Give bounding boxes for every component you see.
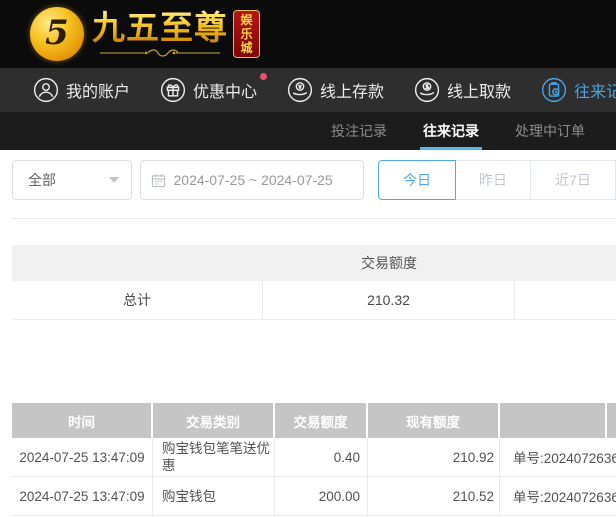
logo-symbol: 5 (45, 13, 69, 53)
cell-empty (607, 477, 616, 515)
badge-char: 乐 (240, 27, 253, 41)
summary-table: 交易额度 总计 210.32 (12, 245, 616, 320)
summary-header-amount: 交易额度 (361, 255, 417, 271)
table-row: 2024-07-25 13:47:09 购宝钱包 200.00 210.52 单… (12, 477, 616, 516)
user-icon (33, 77, 59, 103)
cell-amount: 200.00 (275, 477, 368, 515)
summary-header-empty (515, 245, 616, 281)
calendar-icon (151, 173, 165, 187)
tab-transaction-records[interactable]: 往来记录 (420, 112, 482, 150)
logo-block: 九五至尊 (92, 10, 228, 57)
main-nav: 我的账户 优惠中心 线上存款 线上取款 往来记 (0, 68, 616, 112)
cell-time: 2024-07-25 13:47:09 (12, 477, 153, 515)
cell-order-number: 单号:2024072636 (513, 451, 616, 466)
cell-type: 购宝钱包 (153, 477, 275, 515)
type-select[interactable]: 全部 (12, 160, 132, 200)
tab-processing-orders[interactable]: 处理中订单 (515, 112, 585, 150)
tab-betting-records[interactable]: 投注记录 (331, 112, 387, 150)
records-header-row: 时间 交易类别 交易额度 现有额度 (12, 403, 616, 438)
nav-item-withdraw[interactable]: 线上取款 (414, 77, 511, 103)
nav-item-my-account[interactable]: 我的账户 (33, 77, 130, 103)
summary-header-row: 交易额度 (12, 245, 616, 281)
nav-item-label: 线上存款 (320, 84, 385, 101)
cell-time: 2024-07-25 13:47:09 (12, 438, 153, 476)
col-header-amount: 交易额度 (275, 403, 368, 438)
table-row: 2024-07-25 13:47:09 购宝钱包笔笔送优惠 0.40 210.9… (12, 438, 616, 477)
site-title: 九五至尊 (92, 8, 228, 48)
gift-icon (160, 77, 186, 103)
summary-total-row: 总计 210.32 (12, 281, 616, 320)
records-tab-bar: 投注记录 往来记录 处理中订单 (0, 112, 616, 150)
col-header-balance: 现有额度 (368, 403, 500, 438)
date-range-input[interactable]: 2024-07-25 ~ 2024-07-25 (139, 160, 364, 200)
nav-item-records[interactable]: 往来记录 (541, 77, 616, 103)
chevron-down-icon (108, 177, 119, 183)
cell-amount: 0.40 (275, 438, 368, 476)
nav-item-deposit[interactable]: 线上存款 (287, 77, 384, 103)
nav-item-label: 往来记录 (574, 84, 616, 101)
cell-order-number: 单号:2024072636 (513, 490, 616, 505)
flourish-ornament-icon (100, 49, 220, 57)
cell-balance: 210.92 (368, 438, 500, 476)
col-header-time: 时间 (12, 403, 153, 438)
notification-dot (260, 73, 268, 80)
date-range-value: 2024-07-25 ~ 2024-07-25 (173, 172, 333, 188)
badge-char: 城 (240, 41, 253, 55)
badge-char: 娱 (240, 13, 253, 27)
withdraw-hand-dollar-icon (414, 77, 440, 103)
last-7-days-button[interactable]: 近7日 (531, 160, 616, 200)
nav-item-label: 优惠中心 (193, 84, 258, 101)
summary-cell-empty (515, 281, 616, 319)
col-header-empty (500, 403, 607, 438)
logo-coin-icon: 5 (30, 7, 84, 61)
entertainment-city-badge: 娱 乐 城 (233, 10, 260, 58)
records-clipboard-clock-icon (541, 77, 567, 103)
nav-item-label: 线上取款 (447, 84, 512, 101)
summary-total-amount: 210.32 (263, 281, 515, 319)
quick-date-buttons: 今日 昨日 近7日 (378, 160, 616, 200)
type-select-value: 全部 (28, 172, 56, 188)
summary-total-label: 总计 (12, 281, 263, 319)
records-table: 时间 交易类别 交易额度 现有额度 2024-07-25 13:47:09 购宝… (12, 403, 616, 516)
deposit-hand-coin-icon (287, 77, 313, 103)
page: 5 九五至尊 娱 乐 城 我的账户 优惠中心 线上存款 线上取款 往来记 投注记… (0, 0, 616, 517)
cell-type: 购宝钱包笔笔送优惠 (153, 438, 275, 476)
yesterday-button[interactable]: 昨日 (456, 160, 531, 200)
cell-empty (607, 438, 616, 476)
today-button[interactable]: 今日 (378, 160, 456, 200)
cell-balance: 210.52 (368, 477, 500, 515)
filter-bar: 全部 2024-07-25 ~ 2024-07-25 今日 昨日 近7日 (0, 150, 616, 200)
site-header: 5 九五至尊 娱 乐 城 (0, 0, 616, 68)
col-header-empty (607, 403, 616, 438)
section-divider (12, 218, 616, 219)
nav-item-label: 我的账户 (66, 84, 131, 101)
nav-item-promotions[interactable]: 优惠中心 (160, 73, 268, 103)
summary-header-empty (12, 245, 263, 281)
col-header-type: 交易类别 (153, 403, 275, 438)
